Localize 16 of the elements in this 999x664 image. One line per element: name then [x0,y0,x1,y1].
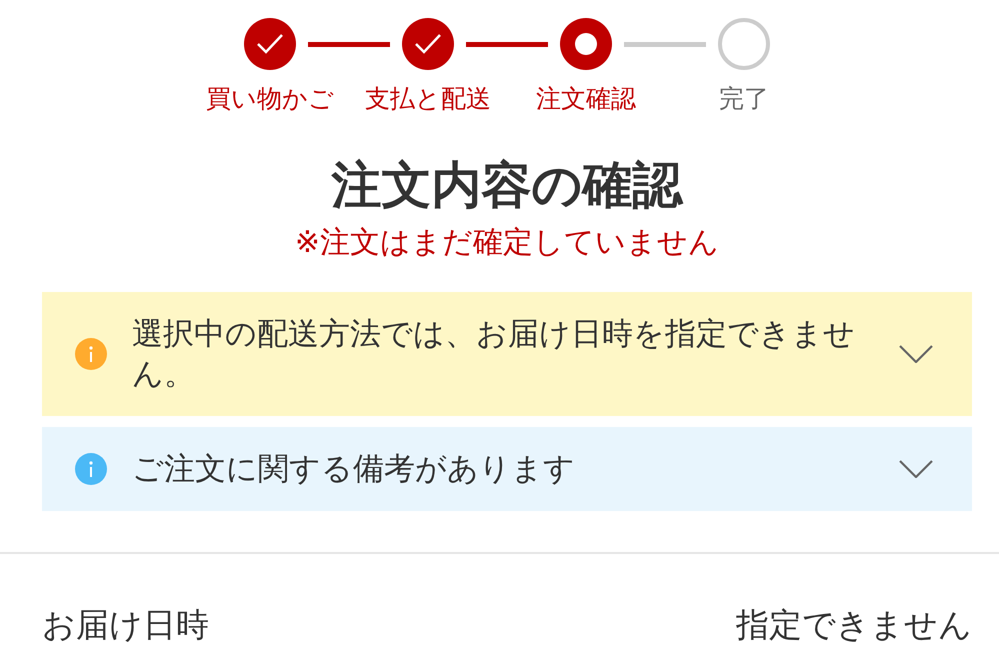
notice-banner[interactable]: 選択中の配送方法では、お届け日時を指定できません。 [42,292,972,416]
detail-value: 指定できません [736,605,972,645]
detail-label: お届け日時 [42,605,209,645]
chevron-down-icon[interactable] [899,460,933,478]
notice-text: ご注文に関する備考があります [132,450,576,489]
step-label: 支払と配送 [365,84,491,114]
step-label: 買い物かご [206,84,334,114]
warning-note: ※注文はまだ確定していません [294,224,720,262]
info-icon [75,338,107,370]
chevron-down-icon[interactable] [899,345,933,363]
notice-text: 選択中の配送方法では、お届け日時を指定できません。 [132,315,856,394]
page-title: 注文内容の確認 [332,156,682,214]
step-label: 完了 [719,84,769,114]
info-icon [75,453,107,485]
step-label: 注文確認 [536,84,636,114]
notice-banner[interactable]: ご注文に関する備考があります [42,427,972,511]
